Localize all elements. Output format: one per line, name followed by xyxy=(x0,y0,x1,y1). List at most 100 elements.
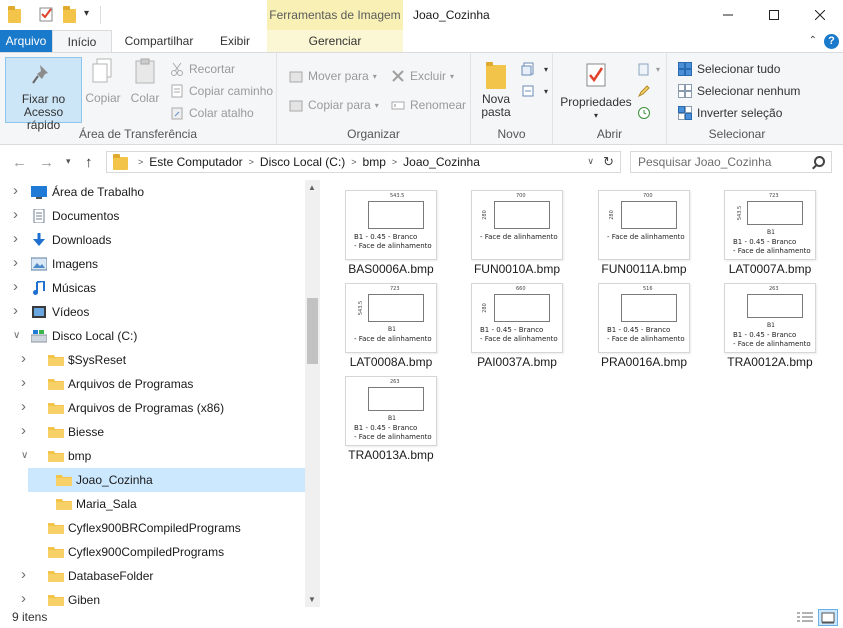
search-input[interactable] xyxy=(638,152,808,172)
maximize-icon[interactable] xyxy=(751,0,797,30)
large-icons-view-icon[interactable] xyxy=(818,609,838,626)
chevron-up-icon[interactable]: ⌃ xyxy=(809,35,817,46)
file-item[interactable]: 263 B1 B1 - 0.45 - Branco - Face de alinham… xyxy=(723,283,817,375)
properties-quick-access-icon[interactable] xyxy=(39,6,54,22)
paste-button[interactable]: Colar xyxy=(128,57,162,105)
file-item[interactable]: 543.5 B1 - 0.45 - Branco - Face de alinham… xyxy=(344,190,438,282)
refresh-icon[interactable]: ↻ xyxy=(603,154,614,170)
file-item[interactable]: 263 B1 B1 - 0.45 - Branco - Face de alinham… xyxy=(344,376,438,468)
details-view-icon[interactable] xyxy=(796,610,814,625)
nav-item-giben[interactable]: › Giben xyxy=(0,588,305,607)
select-none-button[interactable]: Selecionar nenhum xyxy=(678,81,800,101)
address-dropdown-chevron-icon[interactable]: ∨ xyxy=(587,156,594,167)
breadcrumb-joao-cozinha[interactable]: Joao_Cozinha xyxy=(403,155,480,169)
search-box[interactable] xyxy=(630,151,832,173)
edit-button[interactable] xyxy=(637,81,656,101)
tab-gerenciar[interactable]: Gerenciar xyxy=(267,30,403,53)
navigation-pane: › Área de Trabalho › Documentos › Downloads › I… xyxy=(0,180,320,607)
properties-button[interactable]: Propriedades ▾ xyxy=(559,57,633,122)
scroll-up-arrow-icon[interactable]: ▲ xyxy=(308,183,316,192)
nav-item-imagens[interactable]: › Imagens xyxy=(0,252,305,276)
nav-item-m-sicas[interactable]: › Músicas xyxy=(0,276,305,300)
chevron-right-icon[interactable]: › xyxy=(21,590,26,607)
history-button[interactable] xyxy=(637,103,656,123)
breadcrumb-separator[interactable]: > xyxy=(392,157,397,167)
tab-inicio[interactable]: Início xyxy=(52,30,112,53)
nav-item-documentos[interactable]: › Documentos xyxy=(0,204,305,228)
breadcrumb-disco-local[interactable]: Disco Local (C:) xyxy=(260,155,345,169)
nav-item-biesse[interactable]: › Biesse xyxy=(0,420,305,444)
new-folder-quick-access-icon[interactable] xyxy=(63,6,76,23)
nav-item-arquivos-de-programas-x86[interactable]: › Arquivos de Programas (x86) xyxy=(0,396,305,420)
back-arrow-icon[interactable]: ← xyxy=(12,154,27,171)
move-to-button[interactable]: Mover para ▾ xyxy=(289,66,377,86)
file-item[interactable]: 516 B1 - 0.45 - Branco - Face de alinhamen… xyxy=(597,283,691,375)
breadcrumb-bmp[interactable]: bmp xyxy=(363,155,386,169)
minimize-icon[interactable] xyxy=(705,0,751,30)
chevron-right-icon[interactable]: › xyxy=(13,230,18,247)
chevron-right-icon[interactable]: › xyxy=(13,182,18,199)
breadcrumb-separator[interactable]: > xyxy=(249,157,254,167)
file-item[interactable]: 700 280 - Face de alinhamento FUN0010A.bmp xyxy=(470,190,564,282)
recent-locations-chevron-icon[interactable]: ▾ xyxy=(66,156,71,167)
tab-compartilhar[interactable]: Compartilhar xyxy=(116,30,202,53)
nav-item-joao-cozinha[interactable]: Joao_Cozinha xyxy=(28,468,305,492)
breadcrumb-este-computador[interactable]: Este Computador xyxy=(149,155,242,169)
nav-item-cyflex900compiledprograms[interactable]: Cyflex900CompiledPrograms xyxy=(0,540,305,564)
chevron-right-icon[interactable]: › xyxy=(21,374,26,391)
nav-item-v-deos[interactable]: › Vídeos xyxy=(0,300,305,324)
copy-to-button[interactable]: Copiar para ▾ xyxy=(289,95,379,115)
nav-item-databasefolder[interactable]: › DatabaseFolder xyxy=(0,564,305,588)
nav-item-cyflex900brcompiledprograms[interactable]: Cyflex900BRCompiledPrograms xyxy=(0,516,305,540)
chevron-right-icon[interactable]: › xyxy=(21,350,26,367)
breadcrumb-separator[interactable]: > xyxy=(351,157,356,167)
address-bar[interactable]: > Este Computador > Disco Local (C:) > b… xyxy=(106,151,621,173)
file-item[interactable]: 700 280 - Face de alinhamento FUN0011A.bmp xyxy=(597,190,691,282)
nav-pane-scrollbar[interactable]: ▲ ▼ xyxy=(305,180,320,607)
easy-access-button[interactable]: ▾ xyxy=(521,81,548,101)
file-item[interactable]: 660 280 B1 - 0.45 - Branco - Face de alinha… xyxy=(470,283,564,375)
breadcrumb-separator[interactable]: > xyxy=(138,157,143,167)
copy-path-button[interactable]: Copiar caminho xyxy=(170,81,273,101)
search-icon[interactable] xyxy=(814,156,825,167)
chevron-down-icon[interactable]: ∨ xyxy=(21,450,28,461)
file-item[interactable]: 723 543.5 B1 - Face de alinhamento LAT0008A.… xyxy=(344,283,438,375)
up-arrow-icon[interactable]: ↑ xyxy=(85,154,93,171)
file-item[interactable]: 723 543.5 B1 B1 - 0.45 - Branco - Face de al… xyxy=(723,190,817,282)
chevron-right-icon[interactable]: › xyxy=(21,398,26,415)
customize-quick-access-icon[interactable]: ▾ xyxy=(84,8,89,19)
tab-arquivo[interactable]: Arquivo xyxy=(0,30,52,53)
new-folder-button[interactable]: Nova pasta xyxy=(479,57,513,119)
pin-to-quick-access-button[interactable]: Fixar no Acesso rápido xyxy=(5,57,82,132)
new-item-button[interactable]: ▾ xyxy=(521,59,548,79)
nav-item-rea-de-trabalho[interactable]: › Área de Trabalho xyxy=(0,180,305,204)
scroll-thumb[interactable] xyxy=(307,298,318,364)
chevron-right-icon[interactable]: › xyxy=(21,422,26,439)
nav-item-disco-local-c[interactable]: ∨ Disco Local (C:) xyxy=(0,324,305,348)
nav-item-maria-sala[interactable]: Maria_Sala xyxy=(0,492,305,516)
cut-button[interactable]: Recortar xyxy=(170,59,235,79)
rename-button[interactable]: Renomear xyxy=(391,95,466,115)
close-icon[interactable] xyxy=(797,0,843,30)
scroll-down-arrow-icon[interactable]: ▼ xyxy=(308,595,316,604)
nav-item-arquivos-de-programas[interactable]: › Arquivos de Programas xyxy=(0,372,305,396)
open-button[interactable]: ▾ xyxy=(637,59,660,79)
nav-item-bmp[interactable]: ∨ bmp xyxy=(0,444,305,468)
nav-item-downloads[interactable]: › Downloads xyxy=(0,228,305,252)
forward-arrow-icon[interactable]: → xyxy=(39,154,54,171)
chevron-right-icon[interactable]: › xyxy=(13,206,18,223)
nav-item-sysreset[interactable]: › $SysReset xyxy=(0,348,305,372)
chevron-right-icon[interactable]: › xyxy=(13,302,18,319)
paste-shortcut-button[interactable]: Colar atalho xyxy=(170,103,254,123)
file-thumbnail: 723 543.5 B1 B1 - 0.45 - Branco - Face de al… xyxy=(724,190,816,260)
select-all-button[interactable]: Selecionar tudo xyxy=(678,59,780,79)
delete-button[interactable]: Excluir ▾ xyxy=(391,66,454,86)
chevron-down-icon[interactable]: ∨ xyxy=(13,330,20,341)
tab-exibir[interactable]: Exibir xyxy=(206,30,264,53)
help-icon[interactable]: ? xyxy=(824,34,839,49)
copy-button[interactable]: Copiar xyxy=(85,57,121,105)
chevron-right-icon[interactable]: › xyxy=(21,566,26,583)
invert-selection-button[interactable]: Inverter seleção xyxy=(678,103,782,123)
chevron-right-icon[interactable]: › xyxy=(13,278,18,295)
chevron-right-icon[interactable]: › xyxy=(13,254,18,271)
